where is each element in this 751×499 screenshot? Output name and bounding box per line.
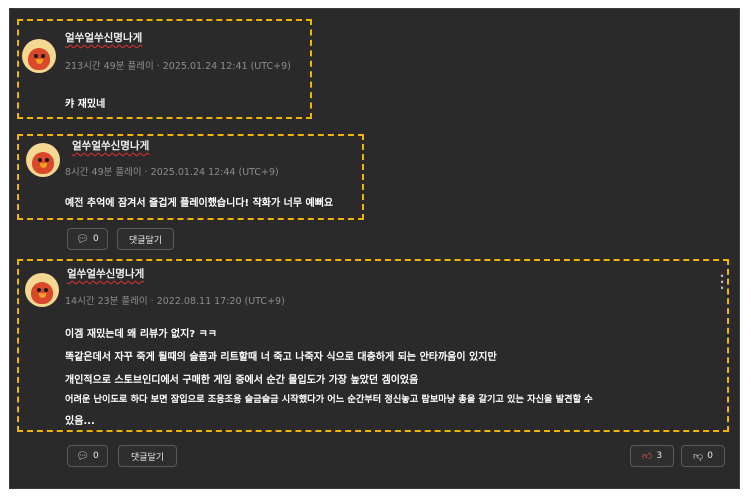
avatar[interactable]	[22, 39, 56, 73]
dislike-button[interactable]: 👎︎ 0	[681, 445, 725, 467]
thumbs-up-icon: 👍︎	[641, 451, 653, 462]
like-button[interactable]: 👍︎ 3	[630, 445, 674, 467]
like-count: 3	[656, 451, 663, 461]
write-reply-button[interactable]: 댓글달기	[117, 228, 174, 250]
reply-count: 0	[92, 234, 99, 244]
review-panel: 얼쑤얼쑤신명나게 213시간 49분 플레이 · 2025.01.24 12:4…	[9, 8, 740, 489]
reply-count: 0	[92, 451, 99, 461]
play-time-meta: 14시간 23분 플레이 · 2022.08.11 17:20 (UTC+9)	[65, 296, 285, 307]
avatar[interactable]	[26, 143, 60, 177]
comment-text: 캬 재밌네	[65, 99, 106, 110]
comment-text-line: 똑같은데서 자꾸 죽게 될때의 슬픔과 리트할때 너 죽고 나죽자 식으로 대충…	[65, 352, 497, 363]
play-time-meta: 213시간 49분 플레이 · 2025.01.24 12:41 (UTC+9)	[65, 61, 291, 72]
author-name[interactable]: 얼쑤얼쑤신명나게	[72, 138, 149, 153]
comment-bubble-icon: 💬︎	[76, 450, 89, 462]
write-reply-button[interactable]: 댓글달기	[118, 445, 177, 467]
thumbs-down-icon: 👎︎	[693, 451, 704, 462]
play-time-meta: 8시간 49분 플레이 · 2025.01.24 12:44 (UTC+9)	[65, 167, 279, 178]
comment-bubble-icon: 💬︎	[76, 233, 89, 245]
comment-text: 예전 추억에 잠겨서 즐겁게 플레이했습니다! 작화가 너무 예뻐요	[65, 198, 334, 209]
reply-count-button[interactable]: 💬︎ 0	[67, 228, 108, 250]
more-vertical-icon[interactable]: · · ·	[719, 270, 725, 294]
comment-text-line: 개인적으로 스토브인디에서 구매한 게임 중에서 순간 몰입도가 가장 높았던 …	[65, 375, 419, 386]
author-name[interactable]: 얼쑤얼쑤신명나게	[65, 30, 142, 45]
avatar[interactable]	[25, 273, 59, 307]
reply-count-button[interactable]: 💬︎ 0	[67, 445, 108, 467]
dislike-count: 0	[707, 451, 713, 461]
highlight-box-3	[17, 259, 729, 432]
author-name[interactable]: 얼쑤얼쑤신명나게	[67, 266, 144, 281]
comment-text-line: 이겜 재밌는데 왜 리뷰가 없지? ㅋㅋ	[65, 329, 218, 340]
comment-text-line: 있음...	[65, 416, 95, 427]
comment-text-line: 어려운 난이도로 하다 보면 잠입으로 조용조용 슬금슬금 시작했다가 어느 순…	[65, 394, 593, 405]
